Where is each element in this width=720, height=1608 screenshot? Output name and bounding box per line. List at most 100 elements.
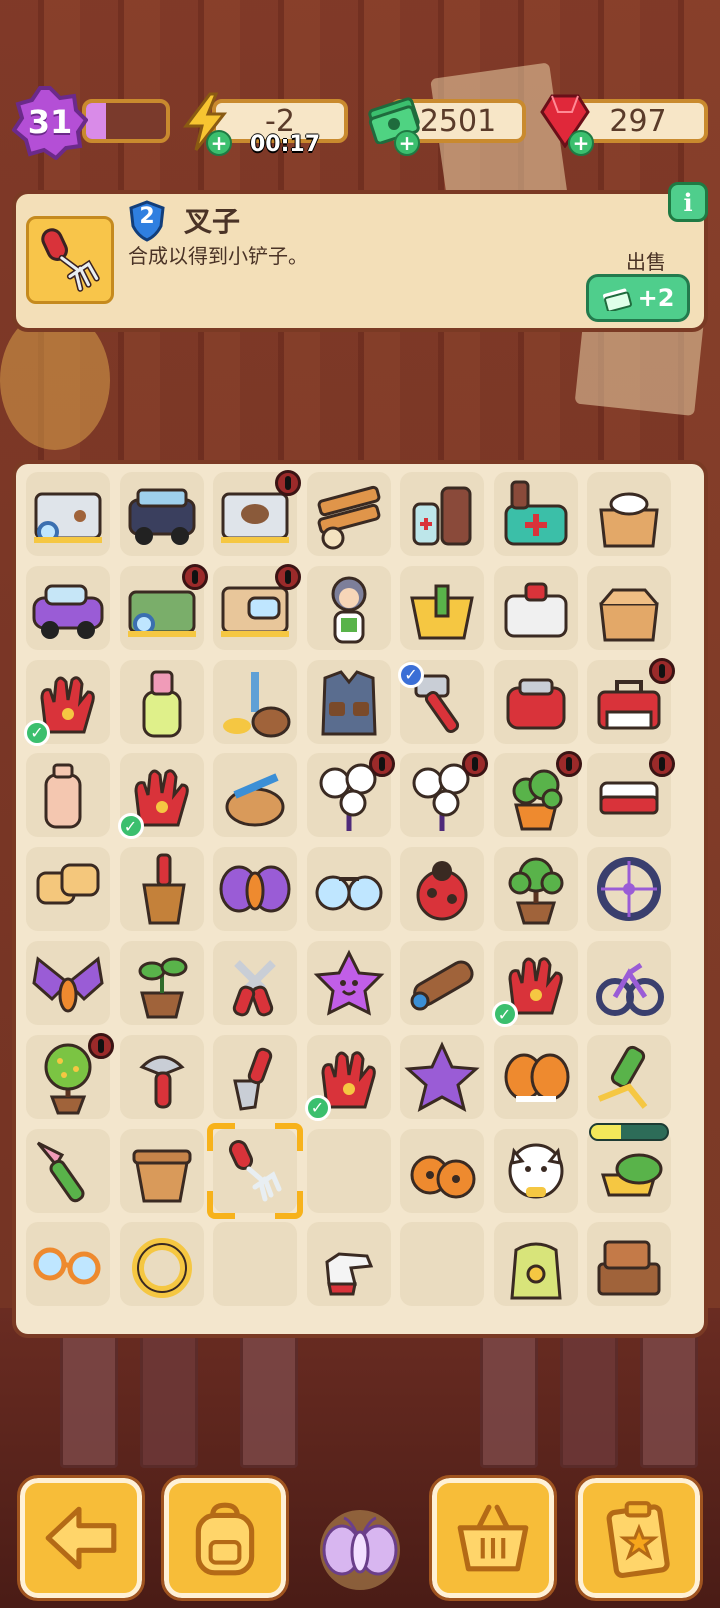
open-box-icon[interactable] [587,566,671,650]
purple-star-icon[interactable] [400,1035,484,1119]
purple-car-icon [32,584,104,639]
wooden-crates-icon[interactable] [587,1222,671,1306]
bonsai-icon [508,857,563,925]
sell-label: 出售 [626,250,666,274]
spray-nozzle-icon[interactable] [587,1035,671,1119]
axe-stump-icon [223,671,291,738]
cash-icon [602,288,632,311]
info-button[interactable]: i [668,182,708,222]
bike-wheel-icon[interactable] [587,847,671,931]
spray-bottle-icon[interactable] [120,660,204,744]
backpack-button[interactable] [161,1475,289,1601]
moth-icon[interactable] [312,1500,408,1596]
sandwich-icon[interactable] [587,1129,671,1213]
red-glove-single-icon[interactable] [307,1222,391,1306]
goggles-icon[interactable] [26,1222,110,1306]
girl-character-icon [331,576,366,644]
back-arrow-icon [45,1506,117,1570]
clay-pot-icon[interactable] [120,1129,204,1213]
xp-progress-bar [82,99,170,143]
ladybug-pair-icon[interactable] [400,1129,484,1213]
telescope-icon[interactable] [400,941,484,1025]
shop-basket-button[interactable] [429,1475,557,1601]
lucky-cat-icon[interactable] [494,1129,578,1213]
sell-button[interactable]: +2 [586,274,690,322]
seed-bag-icon[interactable] [494,1222,578,1306]
board-cell[interactable] [400,1222,484,1307]
back-button[interactable] [17,1475,145,1601]
ladybug-pair-icon [410,1155,476,1199]
ready-check-icon: ✓ [24,719,50,746]
paintbrush-icon[interactable] [26,1129,110,1213]
cardboard-box-icon[interactable] [587,472,671,556]
item-name: 叉子 [184,205,241,238]
sell-reward: +2 [637,284,675,312]
add-energy-icon[interactable]: + [206,130,232,156]
pruning-shears-icon [232,960,276,1017]
glasses-icon[interactable] [307,847,391,931]
level-number: 31 [27,103,73,141]
lotion-bottle-icon [44,763,82,829]
yellow-basket-icon[interactable] [400,566,484,650]
selected-item-frame [26,216,114,304]
girl-character-icon[interactable] [307,566,391,650]
pruning-shears-icon[interactable] [213,941,297,1025]
tasks-button[interactable] [575,1475,703,1601]
seed-bag-icon [509,1242,562,1300]
hand-axe-icon[interactable] [120,1035,204,1119]
axe-stump-icon[interactable] [213,660,297,744]
medicine-bottles-icon[interactable] [400,472,484,556]
board-cell[interactable] [213,1222,297,1307]
trowel-icon [233,1047,273,1111]
add-gems-icon[interactable]: + [568,130,594,156]
open-box-icon [599,588,659,642]
purple-car-icon[interactable] [26,566,110,650]
locked-timer-icon [649,657,675,684]
vest-icon[interactable] [307,660,391,744]
jeep-icon[interactable] [120,472,204,556]
backpack-icon [195,1502,255,1576]
hand-fork-icon [41,228,100,292]
star-jelly-icon[interactable] [307,941,391,1025]
butterfly-icon[interactable] [26,941,110,1025]
butterfly-icon [32,956,104,1013]
sprout-pot-icon[interactable] [120,941,204,1025]
paintbrush-icon [36,1141,85,1202]
orange-beetles-icon[interactable] [494,1035,578,1119]
dig-site-paw-icon[interactable] [26,472,110,556]
glasses-icon [315,875,382,911]
wood-planks-icon[interactable] [307,472,391,556]
gems-value: 297 [609,103,667,139]
locked-timer-icon [555,751,582,778]
brush-icon[interactable] [120,847,204,931]
spray-bottle-icon [142,670,181,738]
red-backpack-icon[interactable] [494,660,578,744]
purple-moth-icon[interactable] [213,847,297,931]
trowel-icon[interactable] [213,1035,297,1119]
first-aid-kit-icon[interactable] [494,472,578,556]
sponge-icon[interactable] [26,847,110,931]
lucky-cat-icon [508,1143,563,1199]
locked-timer-icon [368,751,395,778]
item-info-panel: 2 叉子 合成以得到小铲子。 出售 +2 i [12,182,708,332]
add-cash-icon[interactable]: + [394,130,420,156]
telescope-icon [410,960,474,1011]
locked-timer-icon [88,1032,114,1059]
first-aid-kit-icon [504,480,567,546]
sandwich-icon [600,1153,663,1197]
item-description: 合成以得到小铲子。 [128,244,308,268]
bicycle-icon[interactable] [587,941,671,1025]
dig-site-paw-icon [34,492,102,543]
bonsai-icon[interactable] [494,847,578,931]
cash-value: 2501 [419,103,497,139]
board-cell[interactable] [306,1128,391,1213]
red-backpack-icon [506,678,565,730]
locked-timer-icon [462,751,488,778]
med-box-icon[interactable] [494,566,578,650]
energy-timer: 00:17 [250,132,321,157]
merge-board: ✓ ✓ ✓ ✓ ✓ [12,460,708,1338]
lotion-bottle-icon[interactable] [26,753,110,837]
yellow-ring-icon[interactable] [120,1222,204,1306]
ladybug-icon[interactable] [400,847,484,931]
hose-reel-icon[interactable] [213,753,297,837]
